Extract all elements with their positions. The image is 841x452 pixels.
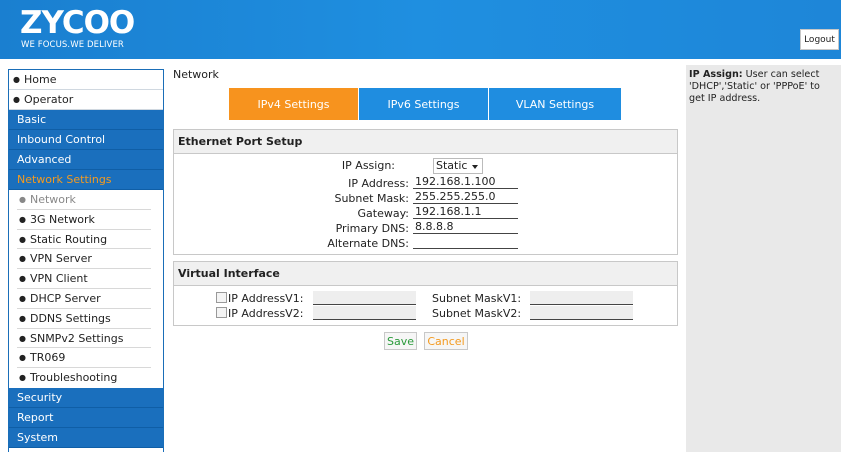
ip-assign-select[interactable]: Static (433, 158, 483, 174)
panel-title: Virtual Interface (174, 262, 677, 286)
save-button[interactable]: Save (384, 332, 417, 350)
bullet-icon: ● (19, 293, 26, 303)
sidebar-item-label: VPN Client (29, 272, 88, 286)
sidebar-item-label: DDNS Settings (29, 311, 111, 325)
sidebar-item-label: SNMPv2 Settings (29, 331, 124, 345)
sidebar-item-label: 3G Network (29, 212, 95, 226)
sidebar-section-security[interactable]: Security (9, 387, 163, 408)
sidebar-item-network[interactable]: ● Network (17, 190, 151, 210)
ip-address-field[interactable]: 192.168.1.100 (413, 175, 518, 189)
sidebar-item-3g-network[interactable]: ● 3G Network (17, 210, 151, 230)
sidebar-section-advanced[interactable]: Advanced (9, 150, 163, 170)
gateway-field[interactable]: 192.168.1.1 (413, 205, 518, 219)
bullet-icon: ● (19, 373, 26, 383)
zycoo-logo: ZYCOO (20, 6, 135, 36)
sidebar-item-vpn-server[interactable]: ● VPN Server (17, 249, 151, 270)
sidebar-item-vpn-client[interactable]: ● VPN Client (17, 269, 151, 289)
ip-assign-value: Static (436, 159, 468, 172)
panel-title: Ethernet Port Setup (174, 130, 677, 154)
sidebar-item-label: Operator (23, 93, 74, 106)
sidebar-item-label: DHCP Server (29, 291, 101, 305)
subnet-mask-v2-label: Subnet MaskV2: (432, 307, 522, 320)
ip-address-v1-label: IP AddressV1: (228, 292, 304, 305)
alternate-dns-label: Alternate DNS: (327, 237, 409, 250)
logout-button[interactable]: Logout (800, 29, 839, 50)
bullet-icon: ● (13, 95, 20, 104)
primary-dns-field[interactable]: 8.8.8.8 (413, 220, 518, 234)
subnet-mask-v1-input[interactable] (530, 291, 633, 305)
bullet-icon: ● (19, 195, 26, 204)
bullet-icon: ● (19, 214, 26, 224)
subnet-mask-v1-label: Subnet MaskV1: (432, 292, 522, 305)
svg-text:ZYCOO: ZYCOO (20, 6, 134, 36)
subnet-mask-v2-input[interactable] (530, 306, 633, 320)
alternate-dns-field[interactable] (413, 235, 518, 249)
sidebar-section-basic[interactable]: Basic (9, 110, 163, 130)
ip-address-v2-input[interactable] (313, 306, 416, 320)
sidebar-item-label: TR069 (29, 351, 66, 365)
slogan: WE FOCUS.WE DELIVER (21, 40, 124, 50)
page-title: Network (173, 68, 219, 81)
sidebar-item-ddns-settings[interactable]: ● DDNS Settings (17, 309, 151, 329)
cancel-button[interactable]: Cancel (424, 332, 468, 350)
sidebar-item-operator[interactable]: ● Operator (9, 90, 163, 110)
sidebar-item-static-routing[interactable]: ● Static Routing (17, 230, 151, 250)
subnet-mask-label: Subnet Mask: (334, 192, 409, 205)
sidebar-item-label: Home (23, 73, 57, 86)
sidebar-section-network-settings[interactable]: Network Settings (9, 170, 163, 190)
help-panel: IP Assign: User can select 'DHCP','Stati… (686, 65, 841, 452)
top-header: ZYCOO WE FOCUS.WE DELIVER Logout (0, 0, 841, 59)
subnet-mask-field[interactable]: 255.255.255.0 (413, 190, 518, 204)
chevron-down-icon (472, 165, 478, 169)
sidebar-section-report[interactable]: Report (9, 407, 163, 428)
sidebar-item-label: Troubleshooting (29, 371, 118, 385)
ip-address-v1-input[interactable] (313, 291, 416, 305)
ip-assign-label: IP Assign: (341, 159, 395, 172)
tab-ipv4-settings[interactable]: IPv4 Settings (229, 88, 358, 120)
ip-address-v2-checkbox[interactable] (216, 307, 227, 318)
bullet-icon: ● (13, 75, 20, 84)
sidebar-item-label: Network (29, 193, 76, 206)
sidebar-section-inbound-control[interactable]: Inbound Control (9, 130, 163, 150)
bullet-icon: ● (19, 274, 26, 284)
bullet-icon: ● (19, 234, 26, 244)
sidebar-item-label: Static Routing (29, 232, 108, 246)
sidebar-item-troubleshooting[interactable]: ● Troubleshooting (17, 368, 151, 388)
bullet-icon: ● (19, 353, 26, 363)
ip-address-v2-label: IP AddressV2: (228, 307, 304, 320)
bullet-icon: ● (19, 254, 26, 264)
primary-dns-label: Primary DNS: (335, 222, 409, 235)
sidebar-item-dhcp-server[interactable]: ● DHCP Server (17, 289, 151, 309)
sidebar-item-snmpv2-settings[interactable]: ● SNMPv2 Settings (17, 329, 151, 349)
tab-ipv6-settings[interactable]: IPv6 Settings (358, 88, 488, 120)
gateway-label: Gateway: (357, 207, 410, 220)
settings-tabs: IPv4 Settings IPv6 Settings VLAN Setting… (229, 88, 621, 120)
bullet-icon: ● (19, 333, 26, 343)
ip-address-label: IP Address: (348, 177, 409, 190)
sidebar: ● Home ● Operator Basic Inbound Control Ad… (8, 69, 164, 452)
ip-address-v1-checkbox[interactable] (216, 292, 227, 303)
sidebar-item-home[interactable]: ● Home (9, 70, 163, 90)
tab-vlan-settings[interactable]: VLAN Settings (488, 88, 621, 120)
help-heading: IP Assign: (689, 69, 743, 80)
sidebar-item-label: VPN Server (29, 252, 92, 266)
sidebar-section-system[interactable]: System (9, 427, 163, 448)
sidebar-item-tr069[interactable]: ● TR069 (17, 348, 151, 369)
bullet-icon: ● (19, 313, 26, 323)
